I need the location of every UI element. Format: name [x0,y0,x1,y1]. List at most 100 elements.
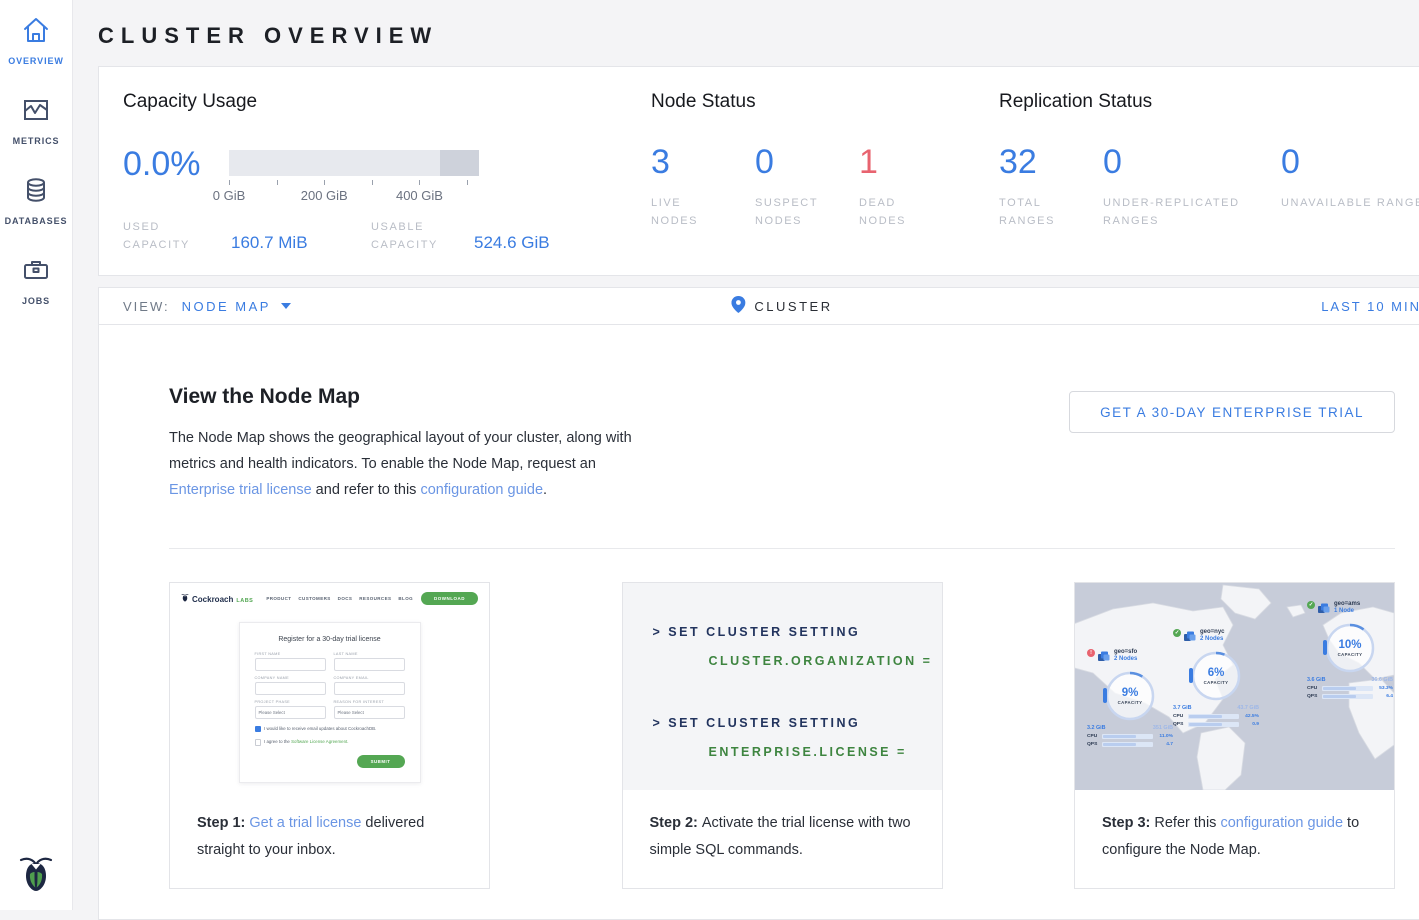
unavailable-ranges-value: 0 [1281,143,1419,182]
sql-setting-license: ENTERPRISE.LICENSE = [709,745,942,759]
nav-item: RESOURCES [359,596,391,601]
email-updates-checkbox-row: I would like to receive email updates ab… [255,726,405,733]
node-map-panel: View the Node Map The Node Map shows the… [98,325,1419,920]
qps-value: 6.4 [1376,694,1393,699]
nav-item: CUSTOMERS [298,596,330,601]
qps-sparkline [1322,694,1373,699]
locality-nyc: ✓ geo=nyc 2 Nodes [1173,629,1259,727]
get-trial-license-link[interactable]: Get a trial license [249,815,361,831]
qps-value: 4.7 [1156,742,1173,747]
sidebar-item-databases[interactable]: DATABASES [0,160,72,240]
nav-item: BLOG [398,596,413,601]
locality-ams: ✓ geo=ams 1 Node [1307,601,1393,699]
alert-badge-icon: ! [1087,649,1095,657]
node-map-description: The Node Map shows the geographical layo… [169,425,647,503]
field-label: PROJECT PHASE [255,700,326,704]
unavailable-ranges-metric: 0 UNAVAILABLE RANGES [1281,143,1419,230]
first-name-field [255,658,326,671]
enterprise-trial-button[interactable]: GET A 30-DAY ENTERPRISE TRIAL [1069,391,1395,433]
map-pin-icon [731,296,745,316]
node-status-title: Node Status [651,91,999,113]
step-label: Step 1: [197,815,249,831]
configuration-guide-link[interactable]: configuration guide [420,482,543,498]
dead-nodes-metric: 1 DEAD NODES [859,143,963,230]
capacity-donut: 9% CAPACITY [1102,668,1158,724]
total-ranges-label: TOTAL RANGES [999,194,1075,230]
sql-code-block: > SET CLUSTER SETTING CLUSTER.ORGANIZATI… [623,583,942,790]
node-stack-icon [1318,601,1330,619]
field-label: COMPANY NAME [255,676,326,680]
ok-badge-icon: ✓ [1173,629,1181,637]
sidebar: OVERVIEW METRICS DATABASES [0,0,73,910]
cpu-label: CPU [1087,734,1099,739]
sql-setting-organization: CLUSTER.ORGANIZATION = [709,654,942,668]
capacity-usage-title: Capacity Usage [123,91,651,113]
used-value: 3.6 GiB [1307,677,1326,683]
nav-item: DOCS [338,596,353,601]
used-capacity-label: USED CAPACITY [123,218,205,254]
checkbox-label: I agree to the Software License Agreemen… [264,739,348,745]
submit-button: SUBMIT [357,755,405,768]
breadcrumb[interactable]: CLUSTER [731,296,832,316]
cluster-summary-panel: Capacity Usage 0.0% [98,66,1419,276]
used-value: 3.2 GiB [1087,725,1106,731]
locality-name: geo=nyc [1200,629,1225,635]
enterprise-trial-license-link[interactable]: Enterprise trial license [169,482,312,498]
node-stack-icon [1098,649,1110,667]
description-text: and refer to this [312,482,421,498]
unavailable-ranges-label: UNAVAILABLE RANGES [1281,194,1419,212]
node-map-heading: View the Node Map [169,385,647,409]
live-nodes-label: LIVE NODES [651,194,727,230]
cpu-label: CPU [1173,714,1185,719]
checkbox-label: I would like to receive email updates ab… [264,726,376,732]
view-toolbar: VIEW: NODE MAP CLUSTER LAST 10 MIN [98,287,1419,325]
app-root: OVERVIEW METRICS DATABASES [0,0,1419,920]
replication-status-section: Replication Status 32 TOTAL RANGES 0 UND… [999,87,1419,275]
used-capacity-value: 160.7 MiB [231,233,371,254]
cpu-sparkline [1188,714,1239,719]
step-1-card: Cockroach LABS PRODUCT CUSTOMERS DOCS RE… [169,582,490,889]
capacity-donut: 6% CAPACITY [1188,648,1244,704]
under-replicated-ranges-metric: 0 UNDER-REPLICATED RANGES [1103,143,1281,230]
sidebar-item-metrics[interactable]: METRICS [0,80,72,160]
capacity-percent: 10% [1338,639,1361,651]
total-ranges-metric: 32 TOTAL RANGES [999,143,1103,230]
view-selector-dropdown[interactable]: VIEW: NODE MAP [123,299,291,314]
node-map-preview-image: ! geo=sfo 2 Nodes [1075,583,1394,790]
checkbox-icon [255,739,262,746]
used-value: 3.7 GiB [1173,705,1192,711]
sidebar-item-jobs[interactable]: JOBS [0,240,72,320]
locality-name: geo=sfo [1114,649,1137,655]
description-text: The Node Map shows the geographical layo… [169,430,632,472]
under-replicated-ranges-label: UNDER-REPLICATED RANGES [1103,194,1263,230]
qps-sparkline [1102,742,1153,747]
page-title: CLUSTER OVERVIEW [98,23,1419,49]
field-label: LAST NAME [334,652,405,656]
step-3-caption: Step 3: Refer this configuration guide t… [1075,790,1394,888]
locality-name: geo=ams [1334,601,1360,607]
main-content: CLUSTER OVERVIEW Capacity Usage 0.0% [72,0,1419,920]
field-label: FIRST NAME [255,652,326,656]
license-agreement-link: Software License Agreement. [291,739,348,744]
sidebar-item-label: OVERVIEW [8,56,64,66]
total-value: 36.6 GiB [1371,677,1393,683]
node-status-section: Node Status 3 LIVE NODES 0 SUSPECT NODES… [651,87,999,275]
configuration-guide-link[interactable]: configuration guide [1220,815,1343,831]
suspect-nodes-value: 0 [755,143,859,182]
time-range-dropdown[interactable]: LAST 10 MIN [1321,299,1419,314]
cockroach-labs-logo: Cockroach LABS [181,593,253,604]
cpu-value: 53.3% [1376,686,1393,691]
qps-value: 0.9 [1242,722,1259,727]
project-phase-select: Please Select [255,706,326,719]
cpu-label: CPU [1307,686,1319,691]
metrics-chart-icon [21,95,51,130]
form-title: Register for a 30-day trial license [255,636,405,643]
qps-label: QPS [1173,722,1185,727]
sidebar-item-overview[interactable]: OVERVIEW [0,0,72,80]
capacity-donut: 10% CAPACITY [1322,620,1378,676]
chevron-down-icon [281,303,291,309]
axis-tick-label: 0 GiB [213,188,246,203]
sidebar-item-label: DATABASES [5,216,68,226]
step-label: Step 2: [650,815,702,831]
axis-tick-label: 200 GiB [301,188,348,203]
